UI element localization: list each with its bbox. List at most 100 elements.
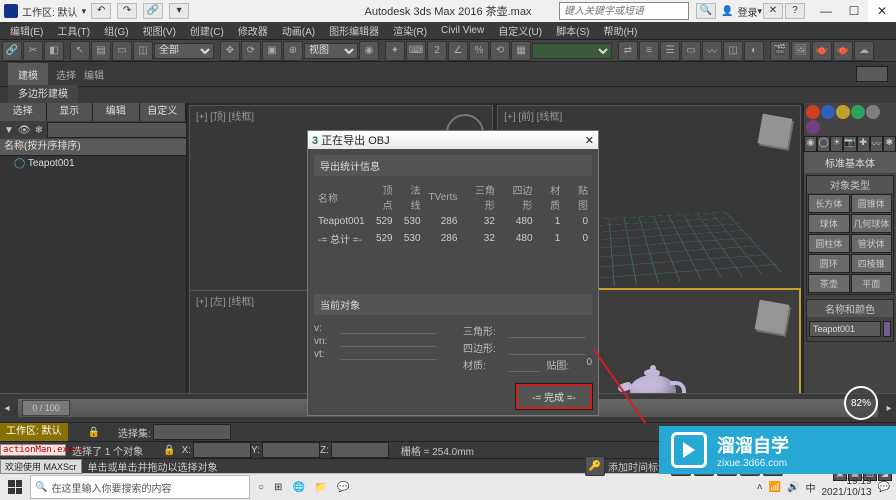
primitive-sphere[interactable]: 球体 [808,214,850,233]
tool-select[interactable]: ↖ [70,41,90,61]
menu-help[interactable]: 帮助(H) [597,23,643,38]
taskbar-search[interactable]: 🔍 在这里输入你要搜索的内容 [30,475,250,499]
tool-align[interactable]: ≡ [639,41,659,61]
tool-manipulate[interactable]: ✦ [385,41,405,61]
tray-up-icon[interactable]: ˄ [757,482,763,493]
tool-render[interactable]: 🫖 [812,41,832,61]
primitive-pyramid[interactable]: 四棱锥 [851,254,893,273]
menu-views[interactable]: 视图(V) [137,23,182,38]
lock-icon[interactable]: 🔒 [88,427,100,438]
window-minimize[interactable]: — [812,0,840,22]
tool-layers[interactable]: ☰ [660,41,680,61]
primitive-plane[interactable]: 平面 [851,274,893,293]
selection-set-input[interactable] [153,424,231,440]
tool-ribbon[interactable]: ▭ [681,41,701,61]
coord-x-input[interactable] [193,442,251,458]
mode-display-icon[interactable] [866,105,880,119]
menu-group[interactable]: 组(G) [98,23,134,38]
tool-keymode[interactable]: ⌨ [406,41,426,61]
done-button[interactable]: -= 完成 =- [516,384,592,409]
tool-render-iter[interactable]: 🫖 [833,41,853,61]
tool-render-online[interactable]: ☁ [854,41,874,61]
tray-sound-icon[interactable]: 🔊 [787,482,799,493]
tray-ime-icon[interactable]: 中 [805,480,815,495]
menu-customize[interactable]: 自定义(U) [492,23,548,38]
ribbon-subtab-edit[interactable]: 编辑 [84,67,104,82]
tool-unlink[interactable]: ✂ [23,41,43,61]
viewcube-icon[interactable] [758,114,793,149]
tool-scale[interactable]: ▣ [262,41,282,61]
coord-z-input[interactable] [331,442,389,458]
filter-icon[interactable]: ▼ [4,125,14,136]
start-button[interactable] [0,474,30,500]
task-explorer-icon[interactable]: 📁 [315,482,327,493]
tray-time[interactable]: 19:19 [821,476,871,487]
menu-create[interactable]: 创建(C) [184,23,230,38]
menu-render[interactable]: 渲染(R) [387,23,433,38]
cp-cat-systems[interactable]: ✱ [883,136,896,152]
primitive-box[interactable]: 长方体 [808,194,850,213]
se-tab-select[interactable]: 选择 [0,103,47,121]
qat-dropdown[interactable]: ▾ [169,3,189,19]
menu-tools[interactable]: 工具(T) [51,23,96,38]
task-cortana-icon[interactable]: ○ [258,482,264,493]
primitive-tube[interactable]: 管状体 [851,234,893,253]
undo-button[interactable]: ↶ [91,3,111,19]
task-edge-icon[interactable]: 🌐 [292,482,304,493]
tray-date[interactable]: 2021/10/13 [821,487,871,498]
tool-placement[interactable]: ⊕ [283,41,303,61]
menu-modifiers[interactable]: 修改器 [232,23,274,38]
workspace-badge[interactable]: 工作区: 默认 [0,423,68,441]
timeline-next-icon[interactable]: ▸ [882,403,896,414]
viewcube-icon[interactable] [755,300,790,335]
freeze-icon[interactable]: ❄ [35,125,43,136]
tool-rendered-frame[interactable]: 🖼 [791,41,811,61]
autokey-button[interactable]: 🔑 [585,456,605,476]
selection-filter[interactable]: 全部 [154,43,214,59]
menu-graph[interactable]: 图形编辑器 [323,23,385,38]
tool-schematic[interactable]: ◫ [723,41,743,61]
coord-y-input[interactable] [262,442,320,458]
se-tab-edit[interactable]: 编辑 [93,103,140,121]
primitive-geosphere[interactable]: 几何球体 [851,214,893,233]
search-icon[interactable]: 🔍 [696,3,716,19]
cp-cat-helpers[interactable]: ✚ [857,136,870,152]
object-color-swatch[interactable] [883,321,891,337]
refcoord-system[interactable]: 视图 [304,43,358,59]
tool-bind[interactable]: ◧ [44,41,64,61]
dialog-close-icon[interactable]: ✕ [585,134,594,147]
exchange-icon[interactable]: ✕ [763,3,783,19]
se-tab-custom[interactable]: 自定义 [140,103,187,121]
tool-spin[interactable]: ⟲ [490,41,510,61]
time-slider[interactable]: 0 / 100 [22,400,70,416]
lock-icon[interactable]: 🔒 [163,445,175,456]
mode-modify-icon[interactable] [821,105,835,119]
ribbon-subtab-modeling[interactable]: 建模 [8,63,48,86]
ribbon-tab-polymodeling[interactable]: 多边形建模 [8,85,78,104]
tool-select-name[interactable]: ▤ [91,41,111,61]
cp-cat-lights[interactable]: ☀ [830,136,843,152]
tool-material[interactable]: ◐ [744,41,764,61]
task-chat-icon[interactable]: 💬 [337,482,349,493]
se-tab-display[interactable]: 显示 [47,103,94,121]
maxscript-listener[interactable]: actionMan.execu [0,444,66,456]
primitive-torus[interactable]: 圆环 [808,254,850,273]
tool-window[interactable]: ◫ [133,41,153,61]
maxscript-welcome[interactable]: 欢迎使用 MAXScr [0,459,82,474]
mode-motion-icon[interactable] [851,105,865,119]
cp-category-dropdown[interactable]: 标准基本体 [804,152,896,173]
tool-move[interactable]: ✥ [220,41,240,61]
window-close[interactable]: ✕ [868,0,896,22]
tool-render-setup[interactable]: 🎬 [770,41,790,61]
window-maximize[interactable]: ☐ [840,0,868,22]
cp-cat-shapes[interactable]: ◯ [817,136,830,152]
help-icon[interactable]: ? [785,3,805,19]
cp-cat-space[interactable]: 〰 [870,136,883,152]
mode-utilities-icon[interactable] [806,120,820,134]
signin-button[interactable]: 登录 [737,4,757,19]
tool-snap-percent[interactable]: % [469,41,489,61]
menu-edit[interactable]: 编辑(E) [4,23,49,38]
tray-notifications-icon[interactable]: 💬 [878,482,890,493]
tool-select-link[interactable]: 🔗 [2,41,22,61]
tool-curve-editor[interactable]: 〰 [702,41,722,61]
